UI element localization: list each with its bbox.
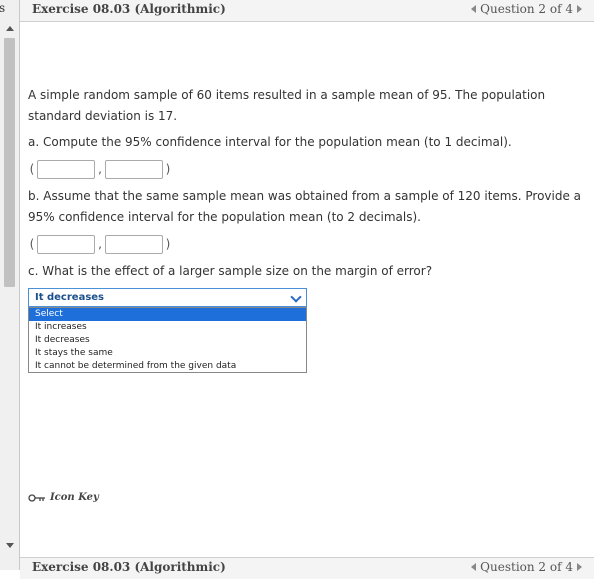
dropdown-option[interactable]: Select — [29, 308, 306, 321]
part-b-interval: ( , ) — [28, 231, 588, 257]
part-a-prompt: a. Compute the 95% confidence interval f… — [28, 135, 512, 149]
dropdown-option[interactable]: It increases — [29, 321, 306, 334]
footer-exercise-title: Exercise 08.03 (Algorithmic) — [32, 560, 226, 574]
icon-key[interactable]: Icon Key — [28, 492, 99, 503]
exercise-footer: Exercise 08.03 (Algorithmic) Question 2 … — [20, 557, 594, 579]
part-a-upper-input[interactable] — [105, 159, 163, 179]
chevron-down-icon[interactable] — [290, 291, 302, 303]
part-a-interval: ( , ) — [28, 156, 588, 182]
next-question-icon[interactable] — [577, 5, 582, 13]
scroll-up-arrow-icon[interactable] — [6, 26, 14, 31]
part-c-dropdown-list: Select It increases It decreases It stay… — [28, 307, 307, 373]
left-panel-strip: s — [0, 0, 20, 570]
exercise-title: Exercise 08.03 (Algorithmic) — [32, 2, 226, 16]
open-paren: ( — [29, 161, 35, 176]
part-b-lower-input[interactable] — [37, 234, 95, 254]
question-content: A simple random sample of 60 items resul… — [28, 85, 588, 282]
previous-question-icon[interactable] — [471, 5, 477, 13]
key-icon — [28, 493, 45, 502]
part-c-select[interactable]: It decreases — [28, 288, 307, 307]
scroll-down-arrow-icon[interactable] — [6, 543, 14, 548]
left-tab-label[interactable]: s — [0, 1, 5, 15]
comma: , — [98, 236, 102, 251]
close-paren: ) — [165, 236, 171, 251]
problem-intro: A simple random sample of 60 items resul… — [28, 88, 546, 123]
question-nav-label: Question 2 of 4 — [480, 2, 573, 16]
close-paren: ) — [165, 161, 171, 176]
dropdown-option[interactable]: It decreases — [29, 334, 306, 347]
select-value: It decreases — [35, 292, 104, 303]
part-b-upper-input[interactable] — [105, 234, 163, 254]
dropdown-option[interactable]: It cannot be determined from the given d… — [29, 360, 306, 373]
part-a-lower-input[interactable] — [37, 159, 95, 179]
exercise-header: Exercise 08.03 (Algorithmic) Question 2 … — [20, 0, 594, 22]
icon-key-label: Icon Key — [50, 492, 99, 503]
comma: , — [98, 161, 102, 176]
open-paren: ( — [29, 236, 35, 251]
footer-question-nav-label: Question 2 of 4 — [480, 560, 573, 574]
part-c-prompt: c. What is the effect of a larger sample… — [28, 264, 433, 278]
part-b-prompt: b. Assume that the same sample mean was … — [28, 189, 582, 224]
footer-question-navigator: Question 2 of 4 — [471, 560, 582, 574]
question-navigator: Question 2 of 4 — [471, 2, 582, 16]
dropdown-option[interactable]: It stays the same — [29, 347, 306, 360]
scrollbar-thumb[interactable] — [4, 38, 15, 287]
